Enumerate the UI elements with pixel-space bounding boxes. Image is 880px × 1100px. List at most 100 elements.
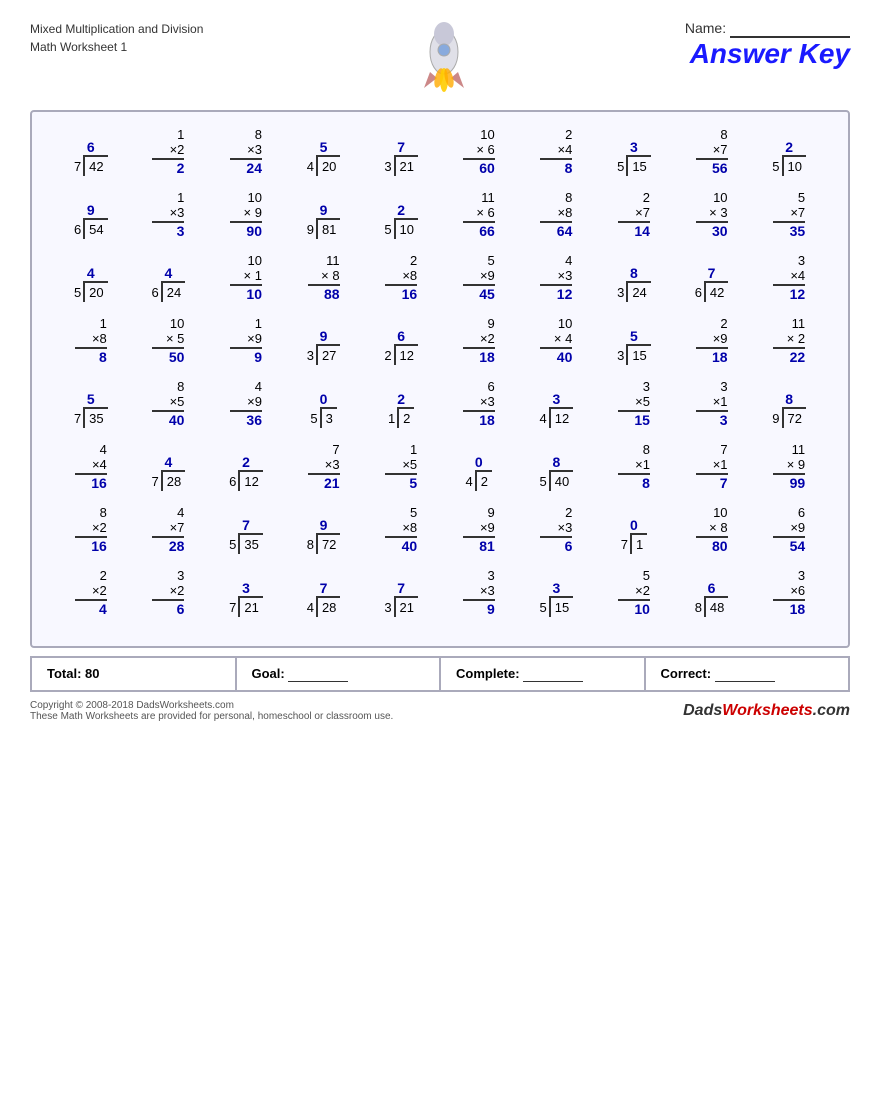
dividend: 15 [626, 155, 650, 176]
divisor: 5 [540, 596, 549, 617]
mult-result: 21 [324, 475, 340, 491]
problem-1-9: 5×735 [751, 190, 827, 239]
mult-wrapper: 2×36 [540, 505, 572, 554]
divisor: 4 [466, 470, 475, 491]
problem-6-3: 9872 [286, 517, 362, 554]
mult-wrapper: 5×210 [618, 568, 650, 617]
complete-cell: Complete: [441, 658, 646, 690]
mult-wrapper: 4×936 [230, 379, 262, 428]
divisor: 4 [307, 596, 316, 617]
mult-result: 12 [790, 286, 806, 302]
problem-6-9: 6×954 [751, 505, 827, 554]
problem-2-2: 10× 110 [208, 253, 284, 302]
mult-bottom: ×5 [385, 457, 417, 475]
total-cell: Total: 80 [32, 658, 237, 690]
mult-result: 15 [634, 412, 650, 428]
divisor: 2 [384, 344, 393, 365]
mult-result: 40 [169, 412, 185, 428]
problem-0-4: 7321 [363, 139, 439, 176]
mult-bottom: ×3 [230, 142, 262, 160]
divisor: 5 [772, 155, 781, 176]
dividend: 40 [549, 470, 573, 491]
divisor: 7 [621, 533, 630, 554]
mult-top: 10 [248, 253, 262, 268]
division-body: 520 [74, 281, 108, 302]
mult-bottom: ×3 [540, 268, 572, 286]
problem-6-5: 9×981 [441, 505, 517, 554]
divisor: 9 [772, 407, 781, 428]
mult-result: 5 [409, 475, 417, 491]
mult-bottom: × 6 [463, 205, 495, 223]
mult-top: 10 [480, 127, 494, 142]
mult-bottom: ×2 [152, 583, 184, 601]
problem-6-8: 10× 880 [674, 505, 750, 554]
problem-1-0: 9654 [53, 202, 129, 239]
name-line: Name: [685, 20, 850, 38]
problem-7-2: 3721 [208, 580, 284, 617]
dividend: 24 [626, 281, 650, 302]
mult-result: 10 [634, 601, 650, 617]
problem-5-5: 042 [441, 454, 517, 491]
mult-result: 35 [790, 223, 806, 239]
quotient: 9 [307, 202, 341, 218]
division-wrapper: 9872 [307, 517, 341, 554]
mult-wrapper: 1×88 [75, 316, 107, 365]
mult-wrapper: 1×55 [385, 442, 417, 491]
problem-5-1: 4728 [130, 454, 206, 491]
problem-1-6: 8×864 [518, 190, 594, 239]
mult-result: 6 [177, 601, 185, 617]
problem-7-3: 7428 [286, 580, 362, 617]
division-body: 981 [307, 218, 341, 239]
problem-0-6: 2×48 [518, 127, 594, 176]
problem-7-9: 3×618 [751, 568, 827, 617]
problem-4-9: 8972 [751, 391, 827, 428]
problem-row-2: 4520462410× 11011× 8882×8165×9454×312832… [52, 253, 828, 302]
divisor: 7 [152, 470, 161, 491]
division-wrapper: 3515 [617, 139, 651, 176]
mult-result: 8 [99, 349, 107, 365]
mult-result: 14 [634, 223, 650, 239]
problem-2-7: 8324 [596, 265, 672, 302]
quotient: 7 [384, 580, 418, 596]
complete-underline [523, 666, 583, 682]
problem-3-9: 11× 222 [751, 316, 827, 365]
problem-3-4: 6212 [363, 328, 439, 365]
mult-wrapper: 3×26 [152, 568, 184, 617]
dividend: 15 [549, 596, 573, 617]
mult-bottom: ×8 [385, 520, 417, 538]
dividend: 21 [394, 155, 418, 176]
mult-result: 90 [246, 223, 262, 239]
division-body: 742 [74, 155, 108, 176]
quotient: 5 [74, 391, 108, 407]
dividend: 20 [316, 155, 340, 176]
problem-2-3: 11× 888 [286, 253, 362, 302]
dividend: 35 [238, 533, 262, 554]
mult-bottom: ×8 [385, 268, 417, 286]
title-line2: Math Worksheet 1 [30, 38, 203, 56]
mult-result: 6 [565, 538, 573, 554]
quotient: 0 [621, 517, 647, 533]
quotient: 7 [695, 265, 729, 281]
division-wrapper: 9981 [307, 202, 341, 239]
problem-2-1: 4624 [130, 265, 206, 302]
mult-top: 4 [255, 379, 262, 394]
copyright: Copyright © 2008-2018 DadsWorksheets.com… [30, 700, 850, 722]
problem-1-4: 2510 [363, 202, 439, 239]
mult-bottom: ×2 [618, 583, 650, 601]
divisor: 4 [307, 155, 316, 176]
mult-top: 11 [326, 253, 340, 268]
dividend: 81 [316, 218, 340, 239]
mult-bottom: ×2 [152, 142, 184, 160]
mult-result: 45 [479, 286, 495, 302]
problem-4-7: 3×515 [596, 379, 672, 428]
problem-1-8: 10× 330 [674, 190, 750, 239]
division-wrapper: 6848 [695, 580, 729, 617]
mult-top: 10 [713, 505, 727, 520]
mult-result: 30 [712, 223, 728, 239]
mult-result: 18 [712, 349, 728, 365]
mult-top: 2 [565, 505, 572, 520]
problem-6-4: 5×840 [363, 505, 439, 554]
mult-result: 3 [720, 412, 728, 428]
problem-row-3: 1×8810× 5501×99932762129×21810× 44053152… [52, 316, 828, 365]
rocket-image [399, 20, 489, 100]
